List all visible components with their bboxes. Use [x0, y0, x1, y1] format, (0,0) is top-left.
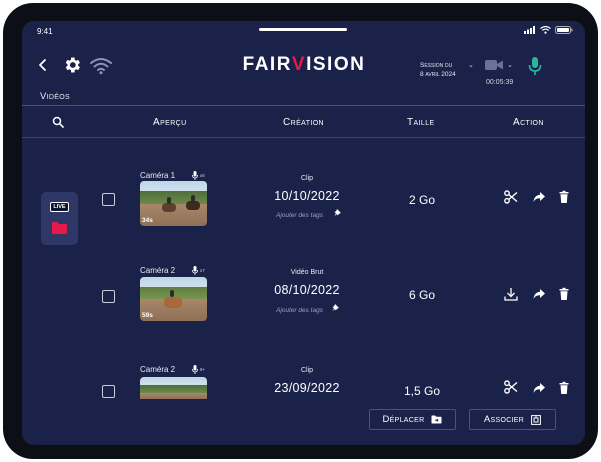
creation-date: 23/09/2022: [274, 381, 340, 395]
table-header: Aperçu Création Taille Action: [22, 106, 585, 138]
column-header-creation: Création: [283, 117, 325, 128]
video-camera-icon[interactable]: [484, 58, 504, 72]
download-icon[interactable]: [504, 287, 518, 301]
session-date: 8 avril 2024: [420, 71, 456, 78]
section-title: Vidéos: [40, 91, 70, 102]
video-thumbnail[interactable]: 59s: [140, 277, 207, 321]
microphone-small-icon: [192, 171, 198, 180]
logo-text-right: ISION: [306, 54, 366, 75]
fairvision-logo: FAIR V ISION: [242, 54, 366, 76]
scissors-icon[interactable]: [504, 380, 518, 394]
logo-text-left: FAIR: [242, 54, 292, 75]
top-notch-bar: [259, 28, 347, 31]
video-thumbnail[interactable]: [140, 377, 207, 399]
share-icon[interactable]: [532, 381, 546, 395]
video-type: Vidéo Brut: [290, 269, 324, 276]
status-time: 9:41: [37, 27, 53, 36]
logo-text-accent: V: [291, 54, 307, 75]
video-duration: 34s: [142, 217, 153, 224]
video-thumbnail[interactable]: 34s: [140, 181, 207, 226]
column-header-action: Action: [513, 117, 544, 128]
header-divider: [22, 137, 585, 138]
add-tags-link[interactable]: Ajouter des tags: [276, 212, 323, 219]
row-checkbox[interactable]: [102, 290, 115, 303]
pin-icon[interactable]: [332, 304, 339, 311]
move-button[interactable]: Déplacer: [369, 409, 456, 430]
microphone-small-icon: [192, 266, 198, 275]
session-chevron-down-icon[interactable]: ⌄: [468, 61, 474, 69]
video-duration: 59s: [142, 312, 153, 319]
row-checkbox[interactable]: [102, 385, 115, 398]
search-icon[interactable]: [52, 116, 64, 128]
camera-label: Caméra 1: [140, 171, 176, 180]
pin-icon[interactable]: [334, 209, 341, 216]
camera-chevron-down-icon[interactable]: ⌄: [507, 61, 513, 69]
move-button-label: Déplacer: [382, 414, 425, 425]
trash-icon[interactable]: [557, 287, 571, 301]
associate-button[interactable]: Associer: [469, 409, 556, 430]
link-box-icon: [531, 414, 542, 425]
file-size: 2 Go: [408, 193, 435, 207]
folder-move-icon: [431, 415, 442, 424]
session-info[interactable]: Session du 8 avril 2024: [420, 61, 456, 79]
camera-label: Caméra 2: [140, 266, 176, 275]
row-checkbox[interactable]: [102, 193, 115, 206]
camera-label: Caméra 2: [140, 365, 176, 374]
creation-date: 08/10/2022: [274, 283, 340, 297]
signal-icon: [524, 26, 535, 34]
app-screen: 9:41 FAIR V ISION Session du 8 avril 2024 …: [22, 21, 585, 445]
table-row[interactable]: Caméra 1 x6 34s Clip 10/10/2022 Ajouter …: [22, 169, 585, 239]
microphone-icon[interactable]: [528, 56, 542, 76]
status-icons: [524, 26, 573, 34]
associate-button-label: Associer: [483, 414, 525, 425]
creation-date: 10/10/2022: [274, 189, 340, 203]
scissors-icon[interactable]: [504, 190, 518, 204]
mic-count: 9+: [200, 367, 206, 372]
video-type: Clip: [300, 175, 314, 182]
table-row[interactable]: Caméra 2 x7 59s Vidéo Brut 08/10/2022 Aj…: [22, 265, 585, 335]
battery-icon: [555, 26, 573, 34]
device-frame: 9:41 FAIR V ISION Session du 8 avril 2024 …: [3, 3, 598, 459]
share-icon[interactable]: [532, 287, 546, 301]
add-tags-link[interactable]: Ajouter des tags: [276, 307, 323, 314]
share-icon[interactable]: [532, 190, 546, 204]
video-type: Clip: [300, 367, 314, 374]
trash-icon[interactable]: [557, 190, 571, 204]
column-header-size: Taille: [407, 117, 435, 128]
back-chevron-icon[interactable]: [36, 57, 50, 73]
file-size: 6 Go: [408, 288, 435, 302]
file-size: 1,5 Go: [403, 384, 441, 398]
recording-timer: 00:05:39: [486, 79, 514, 86]
mic-count: x7: [200, 268, 205, 273]
trash-icon[interactable]: [557, 381, 571, 395]
column-header-preview: Aperçu: [153, 117, 187, 128]
microphone-small-icon: [192, 365, 198, 374]
wifi-icon[interactable]: [90, 57, 112, 75]
wifi-status-icon: [540, 26, 551, 34]
mic-count: x6: [200, 173, 205, 178]
gear-icon[interactable]: [62, 55, 82, 75]
session-label: Session du: [420, 62, 453, 69]
